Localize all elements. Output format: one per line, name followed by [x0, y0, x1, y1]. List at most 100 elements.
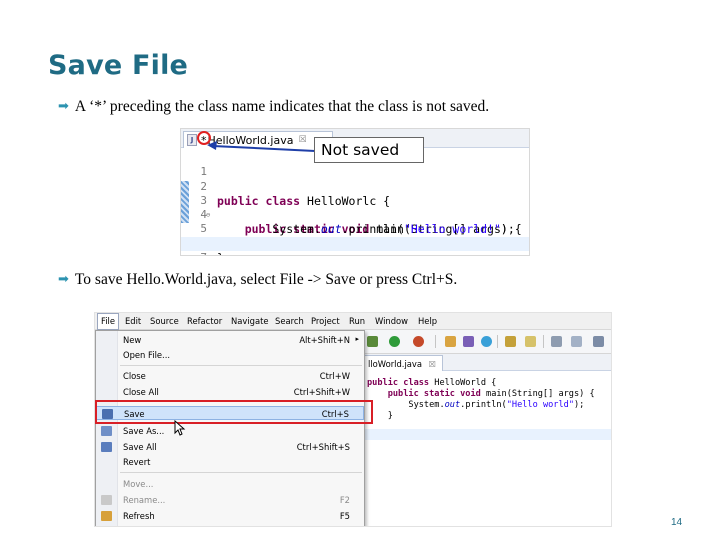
file-menu: New Alt+Shift+N ▸ Open File... Close Ctr…: [95, 330, 365, 526]
menu-item-label: Move...: [123, 479, 154, 489]
ide-screenshot: File Edit Source Refactor Navigate Searc…: [94, 312, 612, 527]
menu-item-label: Save All: [123, 442, 157, 452]
menu-item-label: Revert: [123, 457, 151, 467]
bullet-unsaved-marker: ➡ A ‘*’ preceding the class name indicat…: [58, 98, 489, 116]
not-saved-callout: Not saved: [314, 137, 424, 163]
code-line: 6 }: [181, 222, 529, 255]
debug-icon[interactable]: [367, 336, 378, 347]
code-text: );: [574, 400, 585, 410]
menu-item-label: New: [123, 335, 142, 345]
new-package-icon[interactable]: [463, 336, 474, 347]
toolbar-separator: [543, 335, 544, 348]
code-text: .println(: [460, 400, 507, 410]
menu-item-label: Close All: [123, 387, 159, 397]
save-as-icon: [101, 426, 112, 436]
menu-refactor[interactable]: Refactor: [187, 316, 222, 326]
code-text: main(String[] args) {: [480, 389, 595, 399]
bullet-text: A ‘*’ preceding the class name indicates…: [74, 98, 490, 115]
code-text: System.: [408, 400, 445, 410]
code-line: 5 }: [181, 208, 529, 250]
menu-window[interactable]: Window: [375, 316, 408, 326]
menu-item-new[interactable]: New Alt+Shift+N ▸: [96, 333, 364, 347]
mouse-pointer-icon: [174, 420, 186, 436]
menu-help[interactable]: Help: [418, 316, 437, 326]
menu-separator: [120, 472, 362, 473]
menu-item-rename[interactable]: Rename... F2: [96, 493, 364, 507]
menu-edit[interactable]: Edit: [125, 316, 141, 326]
bullet-text: To save Hello.World.java, select File ->…: [74, 271, 458, 288]
close-tab-icon[interactable]: ☒: [429, 359, 437, 369]
menu-item-close-all[interactable]: Close All Ctrl+Shift+W: [96, 385, 364, 399]
submenu-arrow-icon: ▸: [355, 335, 359, 343]
code-field: out: [444, 400, 461, 410]
menu-item-shortcut: F5: [339, 511, 350, 521]
bullet-arrow-icon: ➡: [58, 98, 69, 113]
line-number: 7: [191, 251, 207, 255]
slide-title: Save File: [48, 50, 189, 81]
code-text: HelloWorld {: [429, 378, 497, 388]
menu-item-shortcut: Ctrl+W: [319, 371, 350, 381]
menu-item-label: Save As...: [123, 426, 165, 436]
bullet-arrow-icon: ➡: [58, 271, 69, 286]
annotation-icon[interactable]: [551, 336, 562, 347]
menu-item-shortcut: Ctrl+Shift+W: [293, 387, 350, 397]
code-line: 2 public class HelloWorlc {: [181, 165, 529, 208]
save-highlight-box: [95, 400, 373, 424]
editor-tab[interactable]: lloWorld.java ☒: [363, 355, 443, 371]
code-keyword: public class: [367, 378, 430, 388]
menu-run[interactable]: Run: [349, 316, 365, 326]
code-string: "Hello world": [506, 400, 574, 410]
code-line: }: [367, 411, 595, 422]
menu-item-shortcut: Alt+Shift+N: [299, 335, 350, 345]
menu-item-shortcut: Ctrl+Shift+S: [296, 442, 350, 452]
back-icon[interactable]: [593, 336, 604, 347]
toolbar-separator: [435, 335, 436, 348]
menu-project[interactable]: Project: [311, 316, 340, 326]
new-class-icon[interactable]: [481, 336, 492, 347]
java-file-icon: J: [187, 134, 197, 146]
menu-bar: File Edit Source Refactor Navigate Searc…: [95, 313, 611, 330]
code-line-current: 7: [181, 236, 529, 255]
new-java-project-icon[interactable]: [445, 336, 456, 347]
menu-separator: [120, 365, 362, 366]
menu-item-move[interactable]: Move...: [96, 477, 364, 491]
page-number: 14: [671, 517, 683, 528]
tab-title: lloWorld.java: [368, 359, 422, 369]
menu-item-label: Open File...: [123, 350, 171, 360]
menu-source[interactable]: Source: [150, 316, 179, 326]
menu-navigate[interactable]: Navigate: [231, 316, 269, 326]
code-area[interactable]: public class HelloWorld { public static …: [367, 378, 595, 422]
code-line: public class HelloWorld {: [367, 378, 595, 389]
code-line: 3 ⊖ public static void main(String[] arg…: [181, 180, 529, 237]
open-type-icon[interactable]: [505, 336, 516, 347]
bullet-save-instructions: ➡ To save Hello.World.java, select File …: [58, 271, 457, 289]
code-area[interactable]: 1 2 public class HelloWorlc { 3 ⊖ public…: [181, 151, 529, 255]
editor-tab-bar: lloWorld.java ☒: [363, 354, 611, 371]
toolbar-separator: [497, 335, 498, 348]
menu-search[interactable]: Search: [275, 316, 304, 326]
menu-item-save-as[interactable]: Save As...: [96, 424, 364, 438]
save-all-icon: [101, 442, 112, 452]
editor-screenshot: J * HelloWorld.java ☒ Not saved 1 2 publ…: [180, 128, 530, 256]
menu-item-revert[interactable]: Revert: [96, 455, 364, 469]
menu-item-close[interactable]: Close Ctrl+W: [96, 369, 364, 383]
run-icon[interactable]: [389, 336, 400, 347]
menu-item-save-all[interactable]: Save All Ctrl+Shift+S: [96, 440, 364, 454]
rename-icon: [101, 495, 112, 505]
current-line-highlight: [363, 429, 611, 440]
code-line: public static void main(String[] args) {: [367, 389, 595, 400]
code-line: System.out.println("Hello world");: [367, 400, 595, 411]
menu-item-label: Rename...: [123, 495, 166, 505]
refresh-icon: [101, 511, 112, 521]
menu-item-open-file[interactable]: Open File...: [96, 348, 364, 362]
search-icon[interactable]: [525, 336, 536, 347]
code-keyword: public static void: [387, 389, 481, 399]
external-tools-icon[interactable]: [413, 336, 424, 347]
next-annotation-icon[interactable]: [571, 336, 582, 347]
code-line: 4 System.out.println("Hello world!");: [181, 194, 529, 236]
menu-item-shortcut: F2: [339, 495, 350, 505]
menu-file[interactable]: File: [97, 313, 120, 330]
editor-pane[interactable]: lloWorld.java ☒ public class HelloWorld …: [363, 354, 611, 526]
menu-item-label: Close: [123, 371, 146, 381]
menu-item-refresh[interactable]: Refresh F5: [96, 509, 364, 523]
